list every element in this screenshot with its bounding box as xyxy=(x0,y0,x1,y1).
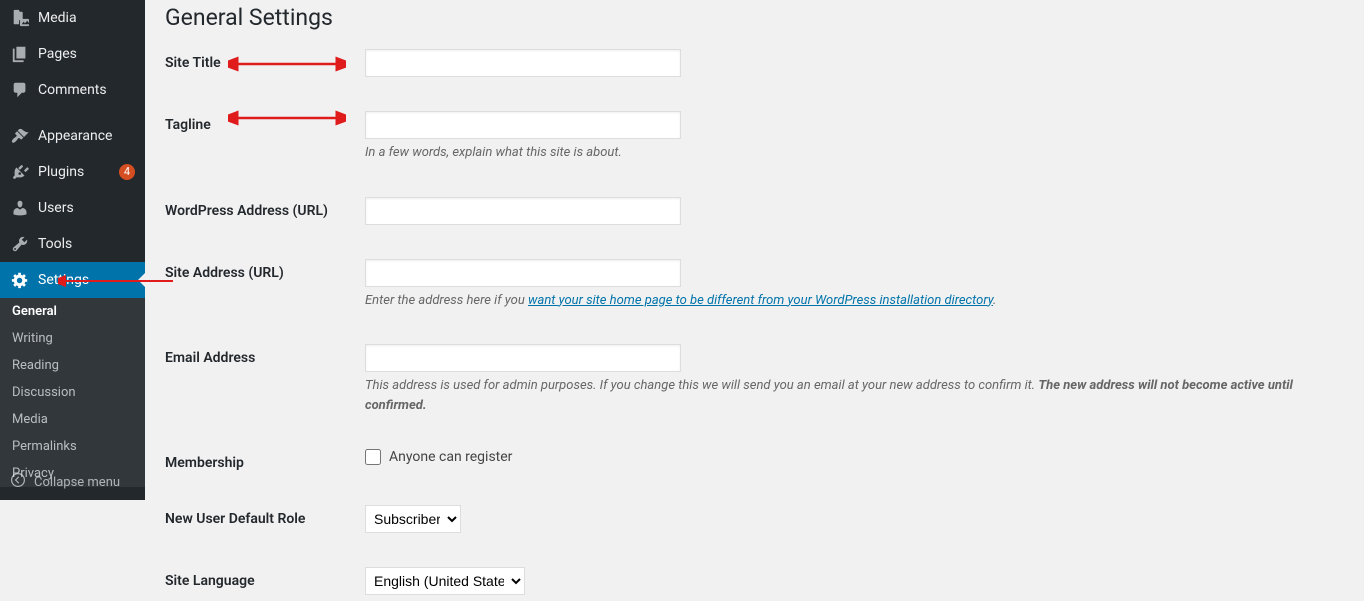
admin-sidebar: Media Pages Comments Appearance Plugins … xyxy=(0,0,145,500)
sidebar-item-tools[interactable]: Tools xyxy=(0,226,145,262)
appearance-icon xyxy=(10,126,30,146)
row-site-language: Site Language English (United States) xyxy=(165,567,1344,595)
row-tagline: Tagline In a few words, explain what thi… xyxy=(165,111,1344,163)
page-title: General Settings xyxy=(165,4,1344,31)
submenu-item-reading[interactable]: Reading xyxy=(0,352,145,379)
sidebar-item-label: Appearance xyxy=(38,128,135,144)
sidebar-item-label: Media xyxy=(38,10,135,26)
sidebar-item-label: Plugins xyxy=(38,164,115,180)
row-email-address: Email Address This address is used for a… xyxy=(165,344,1344,415)
membership-checkbox[interactable] xyxy=(365,449,381,465)
membership-label: Membership xyxy=(165,449,365,471)
page-icon xyxy=(10,44,30,64)
sidebar-item-label: Comments xyxy=(38,82,135,98)
row-membership: Membership Anyone can register xyxy=(165,449,1344,471)
row-default-role: New User Default Role Subscriber xyxy=(165,505,1344,533)
submenu-item-discussion[interactable]: Discussion xyxy=(0,379,145,406)
site-title-input[interactable] xyxy=(365,49,681,77)
tagline-description: In a few words, explain what this site i… xyxy=(365,143,1344,163)
collapse-icon xyxy=(10,472,26,492)
membership-checkbox-label[interactable]: Anyone can register xyxy=(389,449,512,465)
collapse-menu-button[interactable]: Collapse menu xyxy=(0,463,145,500)
site-address-description: Enter the address here if you want your … xyxy=(365,291,1344,311)
submenu-item-writing[interactable]: Writing xyxy=(0,325,145,352)
sidebar-item-label: Tools xyxy=(38,236,135,252)
row-wp-address: WordPress Address (URL) xyxy=(165,197,1344,225)
row-site-address: Site Address (URL) Enter the address her… xyxy=(165,259,1344,311)
site-address-label: Site Address (URL) xyxy=(165,259,365,281)
row-site-title: Site Title xyxy=(165,49,1344,77)
sidebar-item-settings[interactable]: Settings xyxy=(0,262,145,298)
sidebar-item-appearance[interactable]: Appearance xyxy=(0,118,145,154)
email-address-description: This address is used for admin purposes.… xyxy=(365,376,1344,415)
sidebar-item-label: Settings xyxy=(38,272,135,288)
plugins-icon xyxy=(10,162,30,182)
sidebar-item-label: Users xyxy=(38,200,135,216)
sidebar-item-plugins[interactable]: Plugins 4 xyxy=(0,154,145,190)
users-icon xyxy=(10,198,30,218)
plugins-update-badge: 4 xyxy=(119,164,135,180)
settings-icon xyxy=(10,270,30,290)
site-title-label: Site Title xyxy=(165,49,365,71)
settings-content: General Settings Site Title Tagline In a… xyxy=(145,0,1364,601)
sidebar-item-comments[interactable]: Comments xyxy=(0,72,145,108)
sidebar-item-label: Pages xyxy=(38,46,135,62)
comments-icon xyxy=(10,80,30,100)
site-address-input[interactable] xyxy=(365,259,681,287)
tagline-input[interactable] xyxy=(365,111,681,139)
submenu-item-general[interactable]: General xyxy=(0,298,145,325)
site-language-label: Site Language xyxy=(165,567,365,589)
submenu-item-permalinks[interactable]: Permalinks xyxy=(0,433,145,460)
submenu-item-media[interactable]: Media xyxy=(0,406,145,433)
media-icon xyxy=(10,8,30,28)
sidebar-item-users[interactable]: Users xyxy=(0,190,145,226)
site-address-help-link[interactable]: want your site home page to be different… xyxy=(528,293,993,308)
wp-address-label: WordPress Address (URL) xyxy=(165,197,365,219)
default-role-label: New User Default Role xyxy=(165,505,365,527)
default-role-select[interactable]: Subscriber xyxy=(365,505,461,533)
site-language-select[interactable]: English (United States) xyxy=(365,567,525,595)
email-address-label: Email Address xyxy=(165,344,365,366)
tools-icon xyxy=(10,234,30,254)
sidebar-item-media[interactable]: Media xyxy=(0,0,145,36)
tagline-label: Tagline xyxy=(165,111,365,133)
collapse-menu-label: Collapse menu xyxy=(34,475,120,490)
wp-address-input[interactable] xyxy=(365,197,681,225)
email-address-input[interactable] xyxy=(365,344,681,372)
settings-submenu: General Writing Reading Discussion Media… xyxy=(0,298,145,487)
sidebar-item-pages[interactable]: Pages xyxy=(0,36,145,72)
